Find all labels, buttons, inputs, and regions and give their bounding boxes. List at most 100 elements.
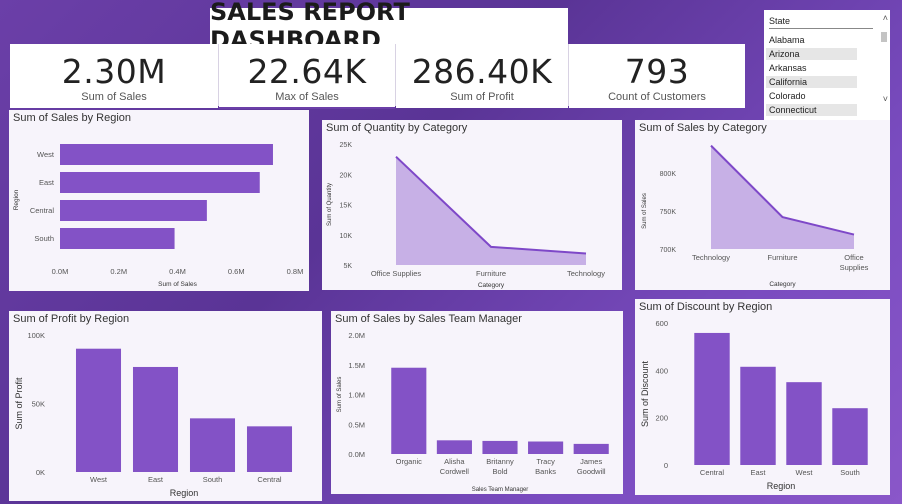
- x-axis-title: Region: [170, 488, 199, 498]
- y-tick-label: 0.0M: [348, 450, 365, 459]
- area-fill: [711, 145, 854, 249]
- bar-east: [740, 366, 776, 465]
- chart-profit-by-region: West East South Central 0K 50K 100K Region Sum o…: [14, 331, 293, 498]
- y-tick-label: 100K: [27, 331, 45, 340]
- bar-organic: [391, 367, 427, 454]
- y-tick-label: 10K: [340, 233, 353, 240]
- bar-west: [786, 382, 822, 465]
- scroll-up-icon[interactable]: ˄: [883, 13, 888, 23]
- kpi-divider: [395, 44, 396, 106]
- category-label: South: [203, 475, 223, 484]
- slicer-header: State: [769, 16, 791, 26]
- bar-south: [60, 228, 175, 249]
- category-label: Office Supplies: [371, 269, 422, 278]
- y-tick-label: 0K: [36, 468, 45, 477]
- bar-central: [60, 200, 207, 221]
- slicer-item-arkansas[interactable]: Arkansas: [766, 62, 857, 74]
- y-tick-label: 50K: [32, 400, 45, 409]
- bar-south: [189, 418, 236, 472]
- y-axis-title: Sum of Sales: [337, 377, 343, 413]
- category-label: Alisha Cordwell: [440, 457, 470, 476]
- y-tick-label: 400: [655, 366, 668, 375]
- category-label: East: [39, 178, 55, 187]
- x-tick-label: 0.8M: [287, 267, 304, 276]
- state-slicer[interactable]: State Alabama Arizona Arkansas Californi…: [764, 10, 890, 122]
- category-label: Technology: [567, 269, 605, 278]
- slicer-item-alabama[interactable]: Alabama: [766, 34, 857, 46]
- chart-sales-by-manager: Organic Alisha Cordwell Britanny Bold Tracy Ba…: [337, 331, 609, 493]
- scroll-down-icon[interactable]: ˅: [883, 94, 888, 104]
- category-label: West: [37, 150, 55, 159]
- y-tick-label: 200: [655, 414, 668, 423]
- y-tick-label: 600: [655, 319, 668, 328]
- y-tick-label: 1.5M: [348, 361, 365, 370]
- chart-sales-by-region: West East Central South 0.0M 0.2M 0.4M 0.6M 0.8M…: [13, 144, 304, 288]
- panel-sales-by-region: Sum of Sales by Region West East Central So…: [9, 110, 309, 291]
- category-label: Central: [700, 468, 725, 477]
- y-tick-label: 700K: [660, 247, 677, 254]
- bar-west: [60, 144, 273, 165]
- category-label: James Goodwill: [577, 457, 606, 476]
- bar-central: [694, 332, 730, 465]
- y-axis-title: Sum of Quantity: [327, 183, 333, 226]
- slicer-scroll-thumb[interactable]: [881, 32, 887, 42]
- panel-sales-by-manager: Sum of Sales by Sales Team Manager Organ…: [331, 311, 623, 494]
- bar-south: [832, 408, 868, 465]
- category-label: South: [840, 468, 860, 477]
- kpi-value: 2.30M: [61, 52, 167, 91]
- slicer-header-divider: [769, 28, 873, 29]
- y-axis-title: Region: [13, 189, 20, 210]
- y-axis-title: Sum of Discount: [640, 360, 650, 427]
- y-tick-label: 20K: [340, 172, 353, 179]
- y-tick-label: 800K: [660, 171, 677, 178]
- category-label: Tracy Banks: [535, 457, 556, 476]
- x-tick-label: 0.6M: [228, 267, 245, 276]
- kpi-value: 22.64K: [247, 52, 367, 91]
- panel-discount-by-region: Sum of Discount by Region Central East Wes…: [635, 299, 890, 495]
- y-tick-label: 750K: [660, 209, 677, 216]
- kpi-card-max-of-sales[interactable]: 22.64K Max of Sales: [219, 44, 395, 108]
- y-tick-label: 5K: [343, 263, 352, 270]
- y-axis-title: Sum of Sales: [642, 193, 648, 229]
- category-label: Britanny Bold: [486, 457, 514, 476]
- kpi-divider: [218, 44, 219, 106]
- x-axis-title: Category: [769, 281, 796, 288]
- x-axis-title: Category: [478, 282, 505, 289]
- bar-central: [246, 426, 293, 472]
- bar-alisha-cordwell: [436, 440, 472, 454]
- slicer-item-arizona[interactable]: Arizona: [766, 48, 857, 60]
- kpi-divider: [568, 44, 569, 106]
- category-label: Central: [257, 475, 282, 484]
- category-label: Technology: [692, 253, 730, 262]
- x-tick-label: 0.2M: [110, 267, 127, 276]
- y-tick-label: 2.0M: [348, 331, 365, 340]
- kpi-label: Count of Customers: [608, 91, 706, 103]
- x-tick-label: 0.0M: [52, 267, 69, 276]
- y-tick-label: 15K: [340, 203, 353, 210]
- category-label: West: [796, 468, 814, 477]
- x-tick-label: 0.4M: [169, 267, 186, 276]
- category-label: Organic: [396, 457, 423, 466]
- category-label: East: [148, 475, 164, 484]
- kpi-underline: [219, 107, 395, 109]
- x-axis-title: Sum of Sales: [158, 281, 197, 288]
- kpi-value: 793: [624, 52, 690, 91]
- slicer-item-connecticut[interactable]: Connecticut: [766, 104, 857, 116]
- category-label: Furniture: [767, 253, 797, 262]
- y-tick-label: 1.0M: [348, 391, 365, 400]
- bar-east: [132, 366, 179, 472]
- bar-east: [60, 172, 260, 193]
- category-label: Furniture: [476, 269, 506, 278]
- bar-west: [75, 348, 122, 472]
- kpi-card-count-of-customers[interactable]: 793 Count of Customers: [569, 44, 745, 108]
- chart-quantity-by-category: 5K 10K 15K 20K 25K Office Supplies Furniture Te…: [327, 142, 605, 289]
- kpi-label: Max of Sales: [275, 91, 339, 103]
- kpi-card-sum-of-profit[interactable]: 286.40K Sum of Profit: [396, 44, 568, 108]
- category-label: South: [34, 234, 54, 243]
- panel-sales-by-category: Sum of Sales by Category 700K 750K 800K Tec…: [635, 120, 890, 290]
- slicer-item-california[interactable]: California: [766, 76, 857, 88]
- kpi-value: 286.40K: [411, 52, 553, 91]
- dashboard-title-box: SALES REPORT DASHBOARD: [210, 0, 568, 54]
- kpi-card-sum-of-sales[interactable]: 2.30M Sum of Sales: [10, 44, 218, 108]
- slicer-item-colorado[interactable]: Colorado: [766, 90, 857, 102]
